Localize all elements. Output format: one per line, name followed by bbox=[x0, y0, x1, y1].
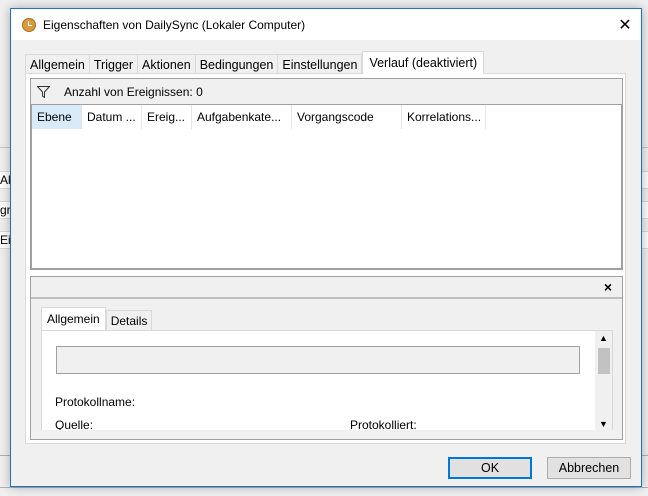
protokollname-label: Protokollname: bbox=[55, 395, 136, 409]
cancel-button[interactable]: Abbrechen bbox=[547, 457, 631, 479]
clock-icon bbox=[22, 17, 36, 32]
column-header-ereignis[interactable]: Ereig... bbox=[142, 105, 192, 129]
tab-bedingungen[interactable]: Bedingungen bbox=[194, 54, 279, 74]
filter-icon[interactable] bbox=[37, 85, 50, 98]
tab-aktionen[interactable]: Aktionen bbox=[137, 54, 196, 74]
tab-einstellungen[interactable]: Einstellungen bbox=[277, 54, 363, 74]
tab-strip: Allgemein Trigger Aktionen Bedingungen E… bbox=[25, 51, 485, 74]
quelle-label: Quelle: bbox=[55, 418, 94, 430]
protokolliert-label: Protokolliert: bbox=[350, 418, 417, 430]
column-header-datum[interactable]: Datum ... bbox=[82, 105, 142, 129]
vertical-scrollbar[interactable]: ▲ ▼ bbox=[595, 331, 612, 430]
detail-tab-allgemein[interactable]: Allgemein bbox=[41, 307, 106, 330]
detail-tab-details[interactable]: Details bbox=[105, 310, 153, 330]
event-count: Anzahl von Ereignissen: 0 bbox=[64, 84, 203, 99]
column-header-korrelation[interactable]: Korrelations... bbox=[402, 105, 486, 129]
close-icon[interactable]: × bbox=[604, 279, 612, 295]
properties-dialog: Eigenschaften von DailySync (Lokaler Com… bbox=[10, 8, 642, 487]
column-headers: Ebene Datum ... Ereig... Aufgabenkate...… bbox=[32, 105, 621, 129]
detail-header: × bbox=[31, 277, 622, 299]
column-header-vorgangscode[interactable]: Vorgangscode bbox=[292, 105, 402, 129]
event-description-field[interactable] bbox=[56, 346, 580, 374]
detail-body: Protokollname: Quelle: Protokolliert: ▲ … bbox=[41, 330, 613, 430]
filter-bar: Anzahl von Ereignissen: 0 bbox=[30, 78, 623, 104]
detail-tab-strip: Allgemein Details bbox=[41, 307, 153, 330]
chevron-down-icon[interactable]: ▼ bbox=[599, 419, 608, 429]
window-title: Eigenschaften von DailySync (Lokaler Com… bbox=[43, 17, 306, 32]
column-header-aufgabenkategorie[interactable]: Aufgabenkate... bbox=[192, 105, 292, 129]
chevron-up-icon[interactable]: ▲ bbox=[599, 333, 608, 343]
column-header-ebene[interactable]: Ebene bbox=[32, 105, 82, 129]
bg-divider bbox=[0, 487, 648, 488]
detail-pane: × Allgemein Details Protokollname: Quell… bbox=[30, 276, 623, 440]
tab-allgemein[interactable]: Allgemein bbox=[25, 54, 90, 74]
event-list[interactable]: Ebene Datum ... Ereig... Aufgabenkate...… bbox=[30, 104, 623, 270]
title-bar[interactable]: Eigenschaften von DailySync (Lokaler Com… bbox=[11, 9, 641, 40]
scrollbar-thumb[interactable] bbox=[598, 348, 610, 374]
close-icon[interactable]: ✕ bbox=[609, 9, 641, 40]
ok-button[interactable]: OK bbox=[448, 457, 532, 479]
tab-verlauf[interactable]: Verlauf (deaktiviert) bbox=[362, 51, 485, 74]
tab-trigger[interactable]: Trigger bbox=[88, 54, 139, 74]
history-tab-page: Anzahl von Ereignissen: 0 Ebene Datum ..… bbox=[25, 73, 626, 444]
